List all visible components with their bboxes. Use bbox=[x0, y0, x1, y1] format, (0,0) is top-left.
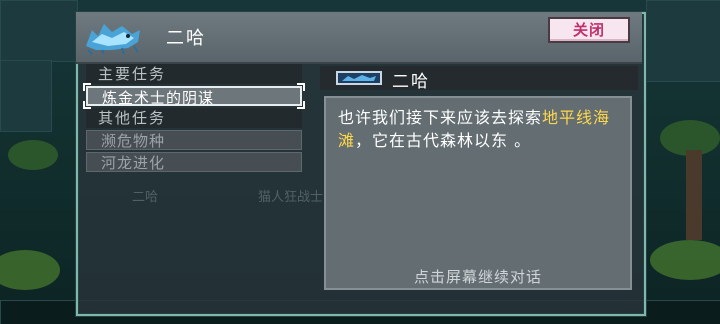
main-quests-header: 主要任务 bbox=[86, 64, 302, 84]
wolf-portrait-icon bbox=[86, 24, 140, 55]
quest-item-label: 濒危物种 bbox=[101, 132, 166, 150]
dialogue-text-part: ，它在古代森林以东 。 bbox=[355, 131, 532, 150]
selection-corner bbox=[83, 83, 91, 91]
selection-corner bbox=[297, 101, 305, 109]
selection-corner bbox=[297, 83, 305, 91]
quest-item-label: 河龙进化 bbox=[101, 154, 166, 172]
quest-item-label: 炼金术士的阴谋 bbox=[102, 89, 215, 107]
other-quests-header: 其他任务 bbox=[86, 108, 302, 128]
wolf-icon bbox=[336, 71, 382, 85]
selection-corner bbox=[83, 101, 91, 109]
ghost-name-1: 二哈 bbox=[132, 190, 159, 205]
continue-hint: 点击屏幕继续对话 bbox=[413, 268, 542, 286]
dialogue-text: 也许我们接下来应该去探索地平线海滩，它在古代森林以东 。 bbox=[338, 106, 622, 152]
close-button[interactable]: 关闭 bbox=[548, 17, 630, 43]
detail-header: 二哈 bbox=[320, 66, 638, 92]
quest-list: 主要任务 炼金术士的阴谋 其他任务 濒危物种 河龙进化 bbox=[83, 64, 305, 174]
quest-item-other-0[interactable]: 濒危物种 bbox=[86, 130, 302, 150]
detail-name: 二哈 bbox=[392, 72, 430, 92]
dialogue-text-part: 也许我们接下来应该去探索 bbox=[338, 108, 543, 127]
dialogue-box[interactable]: 也许我们接下来应该去探索地平线海滩，它在古代森林以东 。 点击屏幕继续对话 bbox=[324, 96, 632, 290]
quest-item-other-1[interactable]: 河龙进化 bbox=[86, 152, 302, 172]
ghost-name-2: 猫人狂战士 bbox=[258, 190, 324, 205]
quest-item-main-0[interactable]: 炼金术士的阴谋 bbox=[83, 83, 305, 109]
dialog-title: 二哈 bbox=[166, 28, 206, 49]
